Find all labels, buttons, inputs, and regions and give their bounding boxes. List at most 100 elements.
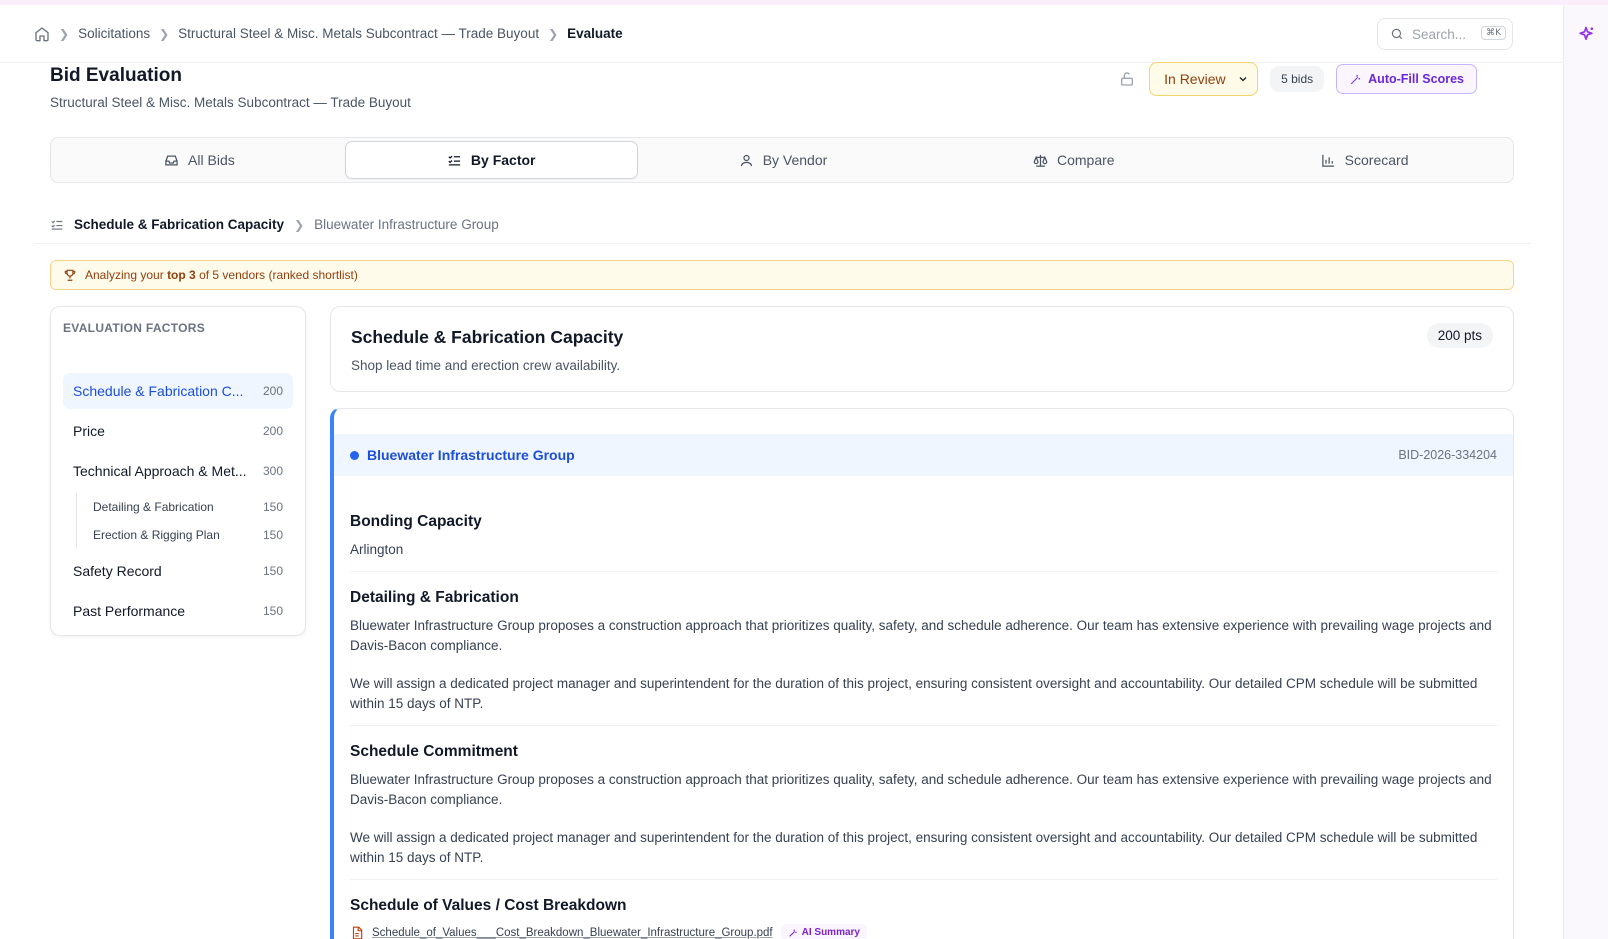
section-title: Schedule of Values / Cost Breakdown	[350, 897, 627, 914]
subfactor-item-detailing[interactable]: Detailing & Fabrication 150	[93, 493, 293, 521]
tab-label: By Vendor	[762, 152, 828, 168]
factor-item-safety[interactable]: Safety Record 150	[63, 553, 293, 589]
bid-id: BID-2026-334204	[1398, 448, 1497, 462]
factor-label: Safety Record	[73, 563, 162, 579]
section-text: We will assign a dedicated project manag…	[350, 676, 1478, 711]
bar-chart-icon	[1321, 154, 1334, 167]
inbox-icon	[165, 155, 178, 165]
subfactor-item-erection[interactable]: Erection & Rigging Plan 150	[93, 521, 293, 549]
factor-points: 150	[262, 564, 283, 578]
chevron-right-icon: ❯	[59, 26, 70, 41]
header-actions: In Review 5 bids Auto-Fill Scores	[1119, 62, 1477, 96]
list-checks-icon	[448, 155, 461, 165]
chevron-right-icon: ❯	[548, 26, 559, 41]
search-input[interactable]	[1412, 26, 1482, 42]
factor-item-technical[interactable]: Technical Approach & Met... 300	[63, 453, 293, 489]
shortcut-hint: ⌘K	[1481, 26, 1506, 40]
tab-by-factor[interactable]: By Factor	[344, 141, 638, 179]
search-box[interactable]: ⌘K	[1377, 18, 1513, 50]
response-section: Bonding Capacity Arlington	[350, 496, 1497, 572]
status-value: In Review	[1164, 71, 1226, 87]
subfactor-points: 150	[262, 500, 283, 514]
breadcrumb-current: Evaluate	[567, 26, 623, 41]
subfactor-list: Detailing & Fabrication 150 Erection & R…	[76, 493, 293, 549]
home-icon[interactable]	[34, 26, 50, 42]
section-text: Arlington	[350, 542, 404, 557]
user-icon	[740, 154, 752, 166]
factor-points: 150	[262, 604, 283, 618]
tab-compare[interactable]: Compare	[928, 141, 1219, 179]
factor-title: Schedule & Fabrication Capacity	[351, 327, 624, 347]
unlock-icon[interactable]	[1119, 71, 1135, 87]
bids-count-badge: 5 bids	[1270, 66, 1325, 92]
chevron-down-icon	[1239, 77, 1247, 82]
tab-by-vendor[interactable]: By Vendor	[638, 141, 929, 179]
vendor-bid-header[interactable]: Bluewater Infrastructure Group BID-2026-…	[334, 434, 1513, 476]
factor-item-schedule[interactable]: Schedule & Fabrication C... 200	[63, 373, 293, 409]
ai-summary-label: AI Summary	[801, 927, 860, 938]
banner-highlight: top 3	[167, 268, 196, 282]
factor-summary-card: Schedule & Fabrication Capacity Shop lea…	[330, 306, 1514, 392]
factor-description: Shop lead time and erection crew availab…	[351, 358, 621, 373]
tab-label: All Bids	[188, 152, 235, 168]
attachment-link[interactable]: Schedule_of_Values___Cost_Breakdown_Blue…	[372, 927, 773, 939]
factor-label: Price	[73, 423, 105, 439]
page-header: Bid Evaluation Structural Steel & Misc. …	[50, 65, 411, 110]
auto-fill-label: Auto-Fill Scores	[1368, 72, 1464, 86]
factor-points: 200	[262, 424, 283, 438]
magic-wand-icon	[788, 929, 797, 937]
tab-scorecard[interactable]: Scorecard	[1219, 141, 1510, 179]
view-tabs: All Bids By Factor By Vendor Compare Sco…	[50, 137, 1514, 183]
section-text: We will assign a dedicated project manag…	[350, 830, 1478, 865]
section-title: Bonding Capacity	[350, 513, 482, 530]
factor-points: 300	[262, 464, 283, 478]
factor-list: Schedule & Fabrication C... 200 Price 20…	[63, 373, 293, 629]
section-title: Detailing & Fabrication	[350, 589, 519, 606]
page-subtitle: Structural Steel & Misc. Metals Subcontr…	[50, 95, 411, 110]
breadcrumb-solicitation[interactable]: Structural Steel & Misc. Metals Subcontr…	[178, 26, 539, 41]
tab-all-bids[interactable]: All Bids	[54, 141, 345, 179]
factor-breadcrumb: Schedule & Fabrication Capacity ❯ Bluewa…	[34, 206, 1531, 244]
sparkles-icon[interactable]	[1576, 25, 1596, 48]
breadcrumb-solicitations[interactable]: Solicitations	[78, 26, 150, 41]
trophy-icon	[64, 269, 76, 281]
breadcrumb: ❯ Solicitations ❯ Structural Steel & Mis…	[34, 26, 623, 42]
assistant-rail	[1563, 5, 1608, 939]
section-text: Bluewater Infrastructure Group proposes …	[350, 618, 1492, 653]
banner-suffix: of 5 vendors (ranked shortlist)	[199, 268, 358, 282]
subcrumb-factor[interactable]: Schedule & Fabrication Capacity	[74, 217, 284, 232]
factor-label: Schedule & Fabrication C...	[73, 383, 244, 399]
factor-item-price[interactable]: Price 200	[63, 413, 293, 449]
vendor-dot	[350, 450, 359, 460]
subfactor-label: Detailing & Fabrication	[93, 500, 214, 514]
factor-points: 200	[262, 384, 283, 398]
search-icon	[1391, 28, 1403, 40]
tab-label: Compare	[1056, 152, 1115, 168]
response-section: Detailing & Fabrication Bluewater Infras…	[350, 572, 1497, 726]
list-checks-icon	[51, 220, 63, 230]
section-title: Schedule Commitment	[350, 743, 518, 760]
bid-responses: Bonding Capacity Arlington Detailing & F…	[334, 476, 1513, 939]
tab-label: By Factor	[470, 152, 536, 168]
chevron-right-icon: ❯	[294, 217, 305, 232]
magic-wand-icon	[1350, 74, 1361, 84]
chevron-right-icon: ❯	[159, 26, 170, 41]
tab-label: Scorecard	[1344, 152, 1409, 168]
vendor-name: Bluewater Infrastructure Group	[350, 447, 575, 463]
section-text: Bluewater Infrastructure Group proposes …	[350, 772, 1492, 807]
page-title: Bid Evaluation	[50, 65, 182, 86]
response-section: Schedule of Values / Cost Breakdown Sche…	[350, 880, 1497, 939]
factor-item-past-performance[interactable]: Past Performance 150	[63, 593, 293, 629]
factor-points-badge: 200 pts	[1426, 323, 1493, 348]
status-select[interactable]: In Review	[1149, 62, 1259, 96]
auto-fill-scores-button[interactable]: Auto-Fill Scores	[1336, 64, 1477, 94]
vendor-name-label: Bluewater Infrastructure Group	[367, 447, 575, 463]
subfactor-points: 150	[262, 528, 283, 542]
ai-summary-button[interactable]: AI Summary	[780, 924, 867, 939]
vendor-bid-card: Bluewater Infrastructure Group BID-2026-…	[330, 408, 1514, 939]
subcrumb-vendor: Bluewater Infrastructure Group	[314, 217, 499, 232]
file-icon	[352, 926, 363, 939]
subfactor-label: Erection & Rigging Plan	[93, 528, 220, 542]
factor-label: Past Performance	[73, 603, 186, 619]
evaluation-factors-panel: EVALUATION FACTORS Schedule & Fabricatio…	[50, 306, 306, 636]
